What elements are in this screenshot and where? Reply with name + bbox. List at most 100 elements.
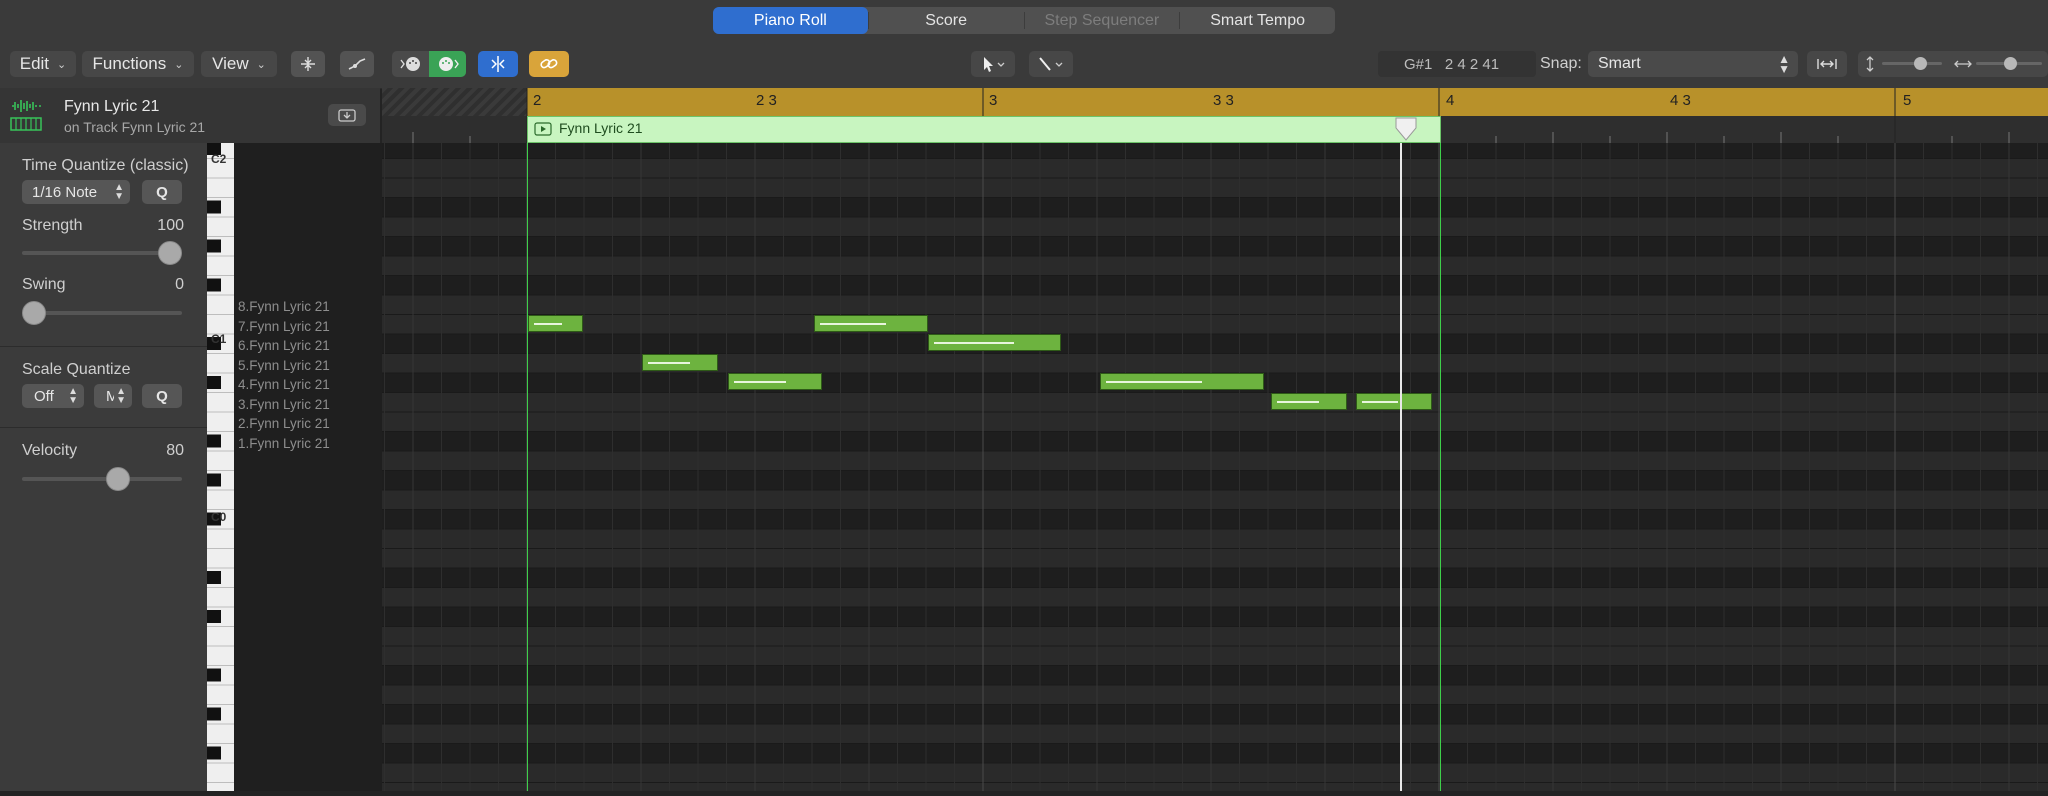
midi-out-button[interactable] — [429, 51, 466, 77]
vertical-zoom-slider[interactable] — [1882, 62, 1942, 65]
grid-row — [382, 470, 2048, 490]
piano-roll-grid[interactable] — [382, 143, 2048, 791]
catch-playhead-button[interactable] — [478, 51, 518, 77]
midi-note[interactable] — [814, 315, 928, 332]
black-key[interactable] — [207, 434, 221, 448]
functions-menu[interactable]: Functions ⌄ — [82, 51, 194, 77]
midi-out-icon — [438, 57, 459, 71]
tab-step-sequencer[interactable]: Step Sequencer — [1025, 7, 1180, 34]
horizontal-zoom-knob[interactable] — [2004, 57, 2017, 70]
chevron-down-icon: ⌄ — [57, 58, 67, 71]
lane-name: 3.Fynn Lyric 21 — [238, 397, 330, 412]
midi-note[interactable] — [1271, 393, 1347, 410]
lane-name: 2.Fynn Lyric 21 — [238, 416, 330, 431]
pencil-tool-icon — [1039, 57, 1063, 71]
tab-smart-tempo[interactable]: Smart Tempo — [1180, 7, 1335, 34]
catch-playhead-icon — [491, 56, 505, 72]
fit-horizontal-button[interactable] — [1807, 51, 1847, 77]
grid-row — [382, 392, 2048, 412]
link-button[interactable] — [529, 51, 569, 77]
grid-row — [382, 509, 2048, 529]
snap-value: Smart — [1598, 55, 1641, 72]
grid-row — [382, 529, 2048, 549]
snap-popup[interactable]: Smart ▲ ▼ — [1588, 51, 1798, 77]
strength-slider-knob[interactable] — [158, 241, 182, 265]
black-key[interactable] — [207, 571, 221, 584]
lane-name: 7.Fynn Lyric 21 — [238, 319, 330, 334]
midi-region[interactable]: Fynn Lyric 21 — [527, 116, 1441, 143]
midi-note[interactable] — [642, 354, 718, 371]
black-key[interactable] — [207, 610, 221, 623]
pointer-tool-menu[interactable] — [971, 51, 1015, 77]
edit-menu-label: Edit — [19, 54, 50, 73]
pencil-tool-menu[interactable] — [1029, 51, 1073, 77]
scale-quantize-q-button[interactable]: Q — [142, 384, 182, 408]
grid-row — [382, 782, 2048, 791]
black-key[interactable] — [207, 707, 221, 721]
time-quantize-label: Time Quantize (classic) — [22, 157, 189, 174]
bar-ruler[interactable]: 2 2 3 3 3 3 4 4 3 5 Fynn Lyric 21 — [382, 88, 2048, 143]
grid-row — [382, 587, 2048, 607]
scale-off-value: Off — [34, 387, 54, 405]
collapse-button[interactable] — [291, 51, 325, 77]
region-title: Fynn Lyric 21 — [64, 98, 160, 115]
region-subtitle: on Track Fynn Lyric 21 — [64, 119, 206, 135]
scale-quantize-off-popup[interactable]: Off ▲ ▼ — [22, 384, 84, 408]
midi-in-button[interactable] — [392, 51, 429, 77]
vertical-zoom-knob[interactable] — [1914, 57, 1927, 70]
section-divider — [0, 346, 207, 347]
region-inspector-button[interactable] — [328, 104, 366, 126]
drum-lane-names: 8.Fynn Lyric 21 7.Fynn Lyric 21 6.Fynn L… — [234, 143, 382, 791]
grid-row — [382, 763, 2048, 783]
midi-note[interactable] — [928, 334, 1061, 351]
functions-menu-label: Functions — [92, 54, 167, 73]
strength-value: 100 — [157, 217, 184, 234]
horizontal-zoom-icon — [1954, 60, 1972, 68]
midi-note[interactable] — [1100, 373, 1264, 390]
tab-piano-roll[interactable]: Piano Roll — [713, 7, 868, 34]
quantize-value-popup[interactable]: 1/16 Note ▲ ▼ — [22, 180, 130, 204]
black-key[interactable] — [207, 376, 221, 389]
editor-toolbar: Edit ⌄ Functions ⌄ View ⌄ G#1 2 4 2 41 Snap… — [0, 42, 2048, 89]
updown-chevron-icon: ▲ ▼ — [68, 386, 78, 406]
velocity-slider[interactable] — [22, 477, 182, 481]
velocity-slider-knob[interactable] — [106, 467, 130, 491]
piano-keys — [207, 138, 234, 783]
black-key[interactable] — [207, 200, 221, 214]
quantize-q-button[interactable]: Q — [142, 180, 182, 204]
black-key[interactable] — [207, 668, 221, 682]
midi-note[interactable] — [528, 315, 583, 332]
scale-mode-popup[interactable]: M ▲ ▼ — [94, 384, 132, 408]
grid-row — [382, 704, 2048, 724]
region-header: Fynn Lyric 21 on Track Fynn Lyric 21 — [0, 88, 380, 144]
view-menu[interactable]: View ⌄ — [201, 51, 277, 77]
playhead-marker[interactable] — [1393, 116, 1419, 143]
grid-row — [382, 626, 2048, 646]
piano-keyboard[interactable]: C2 C1 C0 — [207, 138, 234, 791]
lane-name: 1.Fynn Lyric 21 — [238, 436, 330, 451]
midi-note[interactable] — [728, 373, 822, 390]
region-play-icon — [534, 122, 552, 136]
swing-slider-knob[interactable] — [22, 301, 46, 325]
lane-name: 8.Fynn Lyric 21 — [238, 299, 330, 314]
midi-note[interactable] — [1356, 393, 1432, 410]
octave-label-c2: C2 — [211, 152, 227, 166]
black-key[interactable] — [207, 239, 221, 253]
swing-slider[interactable] — [22, 311, 182, 315]
editor-tabs: Piano Roll Score Step Sequencer Smart Te… — [713, 7, 1335, 34]
velocity-label: Velocity — [22, 442, 78, 459]
black-key[interactable] — [207, 278, 221, 292]
grid-row — [382, 143, 2048, 159]
tab-score[interactable]: Score — [869, 7, 1024, 34]
grid-row — [382, 665, 2048, 685]
grid-row — [382, 412, 2048, 432]
edit-menu[interactable]: Edit ⌄ — [10, 51, 76, 77]
grid-row — [382, 646, 2048, 666]
grid-row — [382, 217, 2048, 237]
grid-row — [382, 334, 2048, 354]
black-key[interactable] — [207, 473, 221, 487]
chevron-down-icon: ⌄ — [174, 58, 184, 71]
midi-draw-button[interactable] — [340, 51, 374, 77]
black-key[interactable] — [207, 746, 221, 760]
grid-row — [382, 158, 2048, 178]
